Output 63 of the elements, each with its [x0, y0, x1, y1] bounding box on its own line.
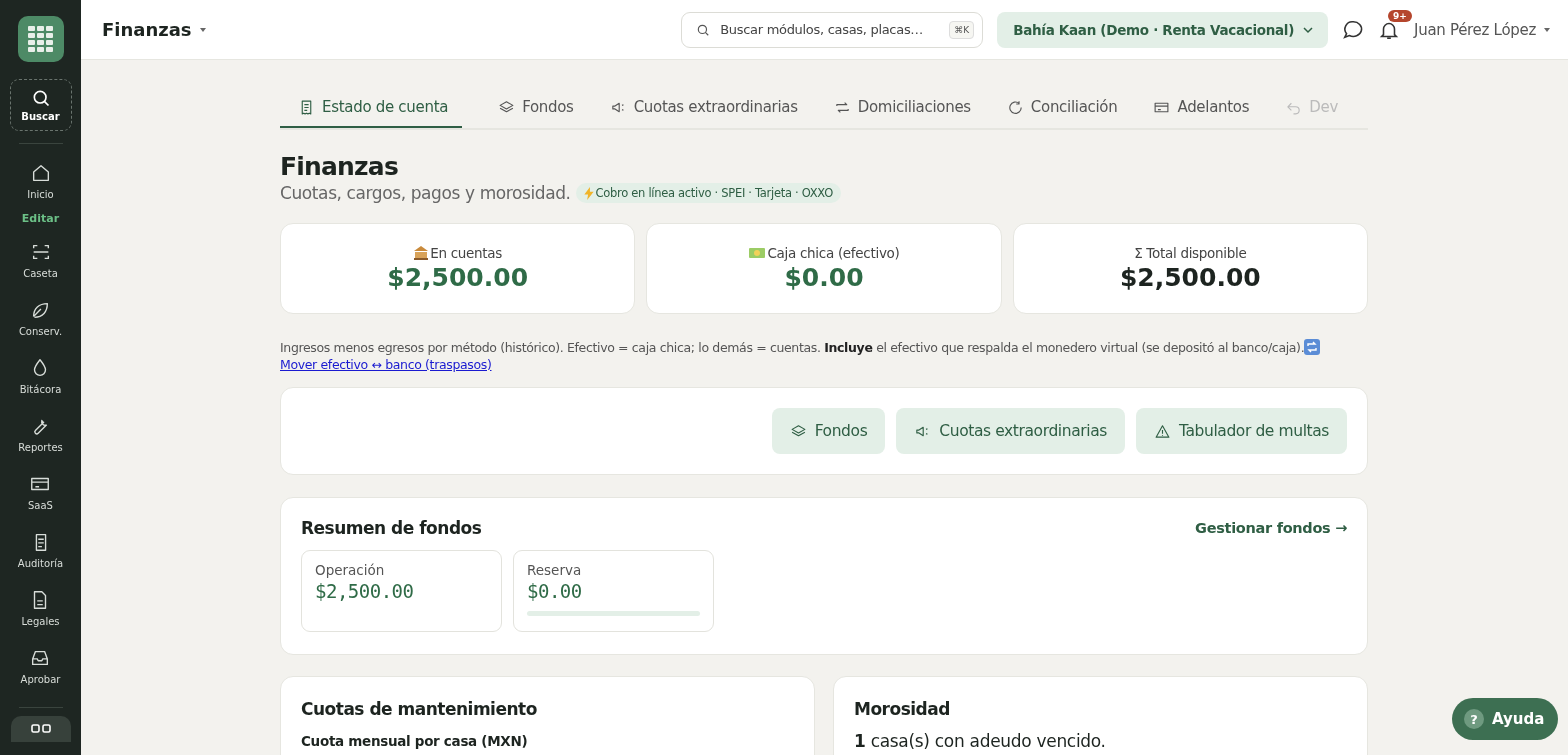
sidebar-item[interactable]: Inicio	[27, 152, 54, 210]
user-menu[interactable]: Juan Pérez López	[1414, 20, 1550, 39]
tab[interactable]: Fondos	[480, 88, 574, 128]
sidebar-item[interactable]: Auditoría	[17, 521, 64, 579]
page-subtitle: Cuotas, cargos, pagos y morosidad.	[280, 183, 571, 203]
search-bar[interactable]: Buscar módulos, casas, placas… ⌘K	[681, 11, 984, 48]
card-title: Resumen de fondos	[301, 518, 482, 538]
balance-label: Caja chica (efectivo)	[748, 245, 900, 261]
squares-icon	[30, 724, 51, 734]
manage-funds-link[interactable]: Gestionar fondos →	[1195, 520, 1347, 536]
chevron-icon	[1302, 25, 1315, 34]
tab[interactable]: Cuotas extraordinarias	[591, 88, 798, 128]
card-title: Morosidad	[854, 699, 951, 719]
sidebar-item[interactable]: Reportes	[18, 405, 63, 463]
sidebar-item[interactable]: SaaS	[28, 463, 53, 521]
property-selector[interactable]: Bahía Kaan (Demo · Renta Vacacional)	[997, 11, 1329, 48]
app-grid-logo-icon[interactable]	[17, 16, 64, 62]
balance-label: Σ Total disponible	[1134, 245, 1247, 261]
fund-name: Operación	[315, 562, 386, 578]
caret-icon	[1544, 27, 1550, 32]
sidebar-item[interactable]: Aprobar	[20, 637, 61, 695]
search-icon	[696, 22, 711, 37]
chat-icon[interactable]	[1342, 18, 1365, 41]
balance-label: En cuentas	[413, 245, 503, 261]
action-button[interactable]: Cuotas extraordinarias	[896, 408, 1125, 454]
question-icon: ?	[1464, 709, 1484, 729]
tab[interactable]: Conciliación	[988, 88, 1118, 128]
repeat-icon	[1304, 339, 1321, 355]
sidebar-item[interactable]: Legales	[21, 579, 60, 637]
sidebar-item[interactable]: Caseta	[23, 231, 58, 289]
tab[interactable]: Adelantos	[1135, 88, 1250, 128]
notification-count: 9+	[1388, 9, 1412, 22]
page-title: Finanzas	[280, 152, 399, 181]
shortcut-hint: ⌘K	[949, 20, 975, 39]
action-button[interactable]: Tabulador de multas	[1135, 408, 1347, 454]
balance-amount: $0.00	[784, 263, 864, 292]
warning-icon	[1153, 422, 1171, 440]
fund-amount: $0.00	[527, 580, 583, 602]
more-apps-button[interactable]	[10, 716, 71, 742]
lightning-icon	[583, 186, 594, 200]
help-button[interactable]: ? Ayuda	[1452, 698, 1559, 740]
action-button[interactable]: Fondos	[771, 408, 886, 454]
sidebar-item[interactable]: Bitácora	[19, 347, 62, 405]
caret-icon	[199, 27, 206, 32]
field-label: Cuota mensual por casa (MXN)	[301, 733, 529, 749]
card-title: Cuotas de mantenimiento	[301, 699, 538, 719]
balance-amount: $2,500.00	[387, 263, 529, 292]
tab[interactable]: Estado de cuenta	[280, 88, 463, 128]
transfer-link[interactable]: Mover efectivo ↔ banco (traspasos)	[280, 356, 492, 373]
search-button[interactable]: Buscar	[9, 79, 72, 131]
tab[interactable]: Domiciliaciones	[815, 88, 971, 128]
delinquency-summary: 1 casa(s) con adeudo vencido.	[854, 731, 1107, 751]
sidebar-item[interactable]: Conserv.	[18, 289, 63, 347]
fund-amount: $2,500.00	[315, 580, 415, 602]
module-dropdown[interactable]: Finanzas	[102, 19, 206, 40]
bank-icon	[413, 245, 430, 261]
payment-status-badge: Cobro en línea activo · SPEI · Tarjeta · OXXO	[575, 183, 841, 203]
refresh-icon	[1006, 98, 1024, 116]
cash-icon	[748, 246, 767, 260]
info-paragraph: Ingresos menos egresos por método (histórico). Efectivo = caja chica; lo demás = cuentas. Incluye el efectivo que respalda el monedero virtual (se depositó al banco/caja). Mover efectivo ↔ banco (traspasos)	[280, 339, 1368, 373]
fund-name: Reserva	[527, 562, 583, 578]
balance-amount: $2,500.00	[1119, 263, 1261, 292]
sidebar-section-label: Editar	[21, 212, 60, 225]
